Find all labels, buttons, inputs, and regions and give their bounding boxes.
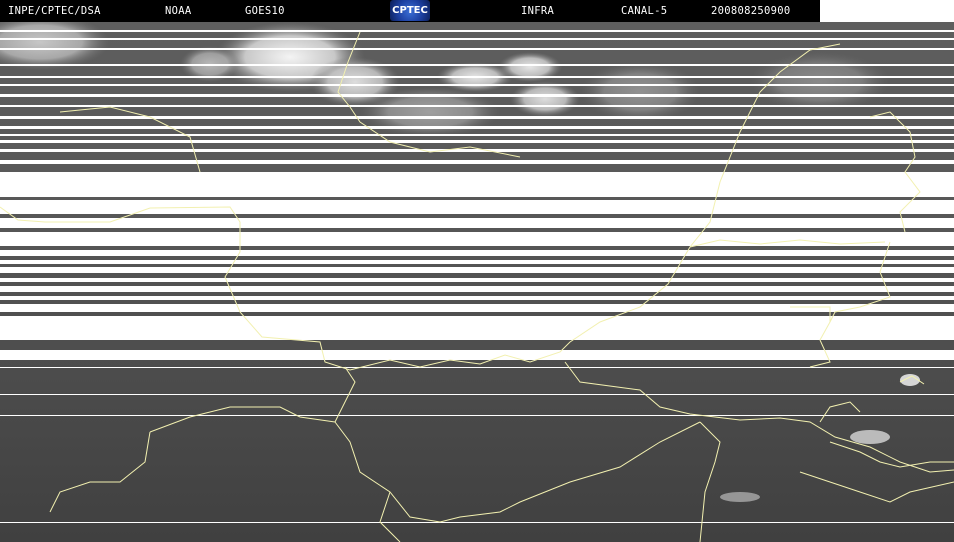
header-bar: INPE/CPTEC/DSA NOAA GOES10 CPTEC INFRA C… — [0, 0, 820, 22]
timestamp-label: 200808250900 — [711, 5, 791, 17]
cptec-logo-text: CPTEC — [392, 5, 428, 16]
channel-label: CANAL-5 — [621, 5, 668, 17]
org-label: INPE/CPTEC/DSA — [8, 5, 101, 17]
satellite-image-viewer: INPE/CPTEC/DSA NOAA GOES10 CPTEC INFRA C… — [0, 0, 954, 542]
agency-label: NOAA — [165, 5, 192, 17]
cptec-logo: CPTEC — [390, 0, 430, 21]
satellite-label: GOES10 — [245, 5, 285, 17]
product-label: INFRA — [521, 5, 555, 17]
infrared-satellite-imagery — [0, 22, 954, 542]
